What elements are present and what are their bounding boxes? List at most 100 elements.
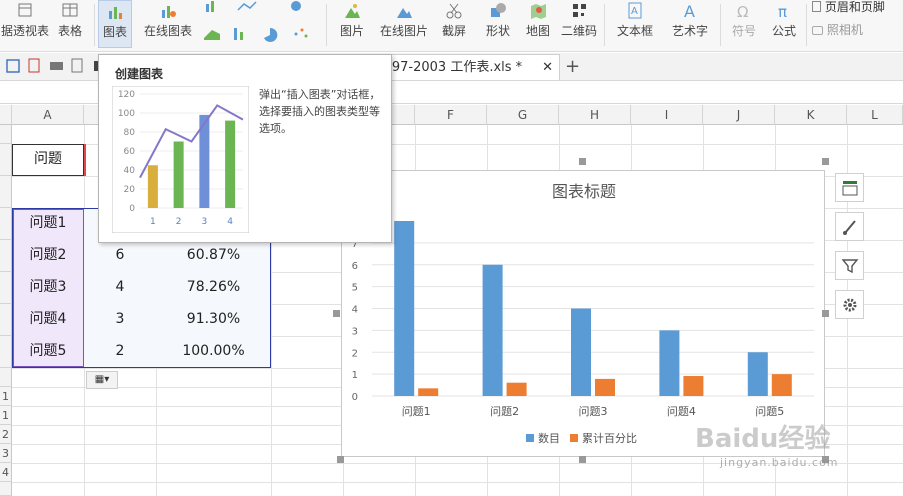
picture-button[interactable]: 图片 — [332, 0, 372, 48]
corner-cell[interactable] — [0, 105, 12, 125]
row-header[interactable] — [0, 304, 12, 336]
textbox-button[interactable]: A 文本框 — [608, 0, 662, 48]
resize-handle[interactable] — [822, 158, 829, 165]
chart-style-button[interactable] — [835, 212, 864, 241]
resize-handle[interactable] — [579, 158, 586, 165]
map-button[interactable]: 地图 — [522, 0, 554, 48]
row-header[interactable] — [0, 240, 12, 272]
resize-handle[interactable] — [337, 456, 344, 463]
chart-button[interactable]: 图表 — [98, 0, 132, 48]
online-chart-button[interactable]: 在线图表 — [136, 0, 200, 48]
table-row-pct[interactable]: 78.26% — [156, 272, 271, 304]
col-header-k[interactable]: K — [775, 105, 847, 125]
col-header-f[interactable]: F — [415, 105, 487, 125]
y-tick-label: 2 — [352, 348, 358, 359]
table-row-label[interactable]: 问题4 — [12, 304, 84, 336]
table-row-label[interactable]: 问题3 — [12, 272, 84, 304]
bar-cumulative — [418, 388, 439, 396]
table-button[interactable]: 表格 — [52, 0, 88, 48]
preview-y-tick: 40 — [124, 166, 136, 176]
table-row-count[interactable]: 3 — [84, 304, 156, 336]
row-header[interactable] — [0, 336, 12, 368]
chart-title: 图表标题 — [552, 182, 616, 201]
formula-button[interactable]: π 公式 — [766, 0, 802, 48]
row-header[interactable]: 4 — [0, 463, 12, 482]
pi-icon: π — [778, 3, 787, 20]
tooltip-preview-chart: 0 20 40 60 80 100 120 1 2 3 4 — [112, 86, 249, 233]
ribbon-toolbar: 据透视表 表格 图表 在线图表 图片 在线图片 截屏 形状 地图 二维码 A 文… — [0, 0, 903, 52]
online-picture-icon — [397, 8, 412, 18]
chart-elements-icon — [842, 181, 857, 196]
row-header[interactable] — [0, 272, 12, 304]
chart-settings-button[interactable] — [835, 290, 864, 319]
row-header[interactable] — [0, 368, 12, 387]
svg-text:A: A — [631, 6, 638, 17]
preview-x-tick: 4 — [227, 217, 233, 227]
tooltip-title: 创建图表 — [115, 67, 164, 81]
x-tick-label: 问题4 — [667, 405, 696, 418]
col-header-a[interactable]: A — [12, 105, 84, 125]
watermark-url: jingyan.baidu.com — [720, 456, 839, 469]
shape-button[interactable]: 形状 — [478, 0, 518, 48]
preview-bar — [225, 120, 236, 208]
close-tab-icon[interactable]: ✕ — [542, 55, 553, 80]
x-tick-label: 问题3 — [579, 405, 608, 418]
symbol-button[interactable]: Ω 符号 — [724, 0, 764, 48]
page-icon — [812, 1, 821, 12]
online-chart-icon — [162, 6, 176, 18]
camera-button[interactable]: 照相机 — [812, 22, 903, 40]
new-tab-icon[interactable]: + — [565, 56, 580, 77]
resize-handle[interactable] — [822, 310, 829, 317]
col-header-j[interactable]: J — [703, 105, 775, 125]
table-row-label[interactable]: 问题2 — [12, 240, 84, 272]
row-header[interactable] — [0, 144, 12, 176]
col-header-g[interactable]: G — [487, 105, 559, 125]
preview-bar — [173, 141, 184, 208]
row-header[interactable]: 3 — [0, 444, 12, 463]
row-header[interactable] — [0, 482, 12, 496]
paste-options-icon[interactable]: ▦▾ — [86, 371, 118, 389]
resize-handle[interactable] — [579, 456, 586, 463]
qrcode-button[interactable]: 二维码 — [558, 0, 600, 48]
col-header-h[interactable]: H — [559, 105, 631, 125]
header-footer-button[interactable]: 页眉和页脚 — [812, 0, 903, 18]
bar-count — [659, 330, 680, 396]
chart-elements-button[interactable] — [835, 173, 864, 202]
row-header[interactable] — [0, 125, 12, 144]
cell-b2-selected[interactable] — [84, 144, 98, 176]
svg-text:Ω: Ω — [737, 3, 748, 20]
table-row-label[interactable]: 问题1 — [12, 208, 84, 240]
embedded-chart[interactable]: 图表标题 0 1 2 3 4 5 6 7 问题1 问题2 问题3 问题4 问题5 数目 累计百分比 — [341, 170, 825, 457]
row-header[interactable] — [0, 176, 12, 208]
chart-type-group[interactable] — [202, 0, 320, 48]
row-header[interactable] — [0, 208, 12, 240]
shape-icon — [491, 3, 506, 17]
row-header[interactable]: 1 — [0, 406, 12, 425]
screenshot-button[interactable]: 截屏 — [434, 0, 474, 48]
col-header-l[interactable]: L — [847, 105, 903, 125]
chart-canvas: 图表标题01234567问题1 问题2 问题3 问题4 问题5数目 累计百分比 — [352, 182, 814, 445]
row-header[interactable]: 1 — [0, 387, 12, 406]
bar-cumulative — [771, 374, 792, 396]
table-row-pct[interactable]: 60.87% — [156, 240, 271, 272]
cell-header-a[interactable]: 问题 — [12, 144, 84, 176]
online-picture-button[interactable]: 在线图片 — [378, 0, 430, 48]
wordart-button[interactable]: A 艺术字 — [664, 0, 716, 48]
x-tick-label: 问题5 — [755, 405, 784, 418]
chart-filter-button[interactable] — [835, 251, 864, 280]
col-header-i[interactable]: I — [631, 105, 703, 125]
table-row-count[interactable]: 6 — [84, 240, 156, 272]
table-row-label[interactable]: 问题5 — [12, 336, 84, 368]
pivot-view-button[interactable]: 据透视表 — [0, 0, 50, 48]
preview-y-tick: 60 — [124, 147, 136, 157]
table-row-pct[interactable]: 91.30% — [156, 304, 271, 336]
table-row-count[interactable]: 2 — [84, 336, 156, 368]
legend-label: 累计百分比 — [582, 432, 637, 445]
resize-handle[interactable] — [333, 310, 340, 317]
table-row-count[interactable]: 4 — [84, 272, 156, 304]
row-header[interactable]: 2 — [0, 425, 12, 444]
y-tick-label: 6 — [352, 261, 358, 272]
table-row-pct[interactable]: 100.00% — [156, 336, 271, 368]
chart-bar-icon — [109, 7, 122, 19]
picture-icon — [345, 4, 360, 18]
